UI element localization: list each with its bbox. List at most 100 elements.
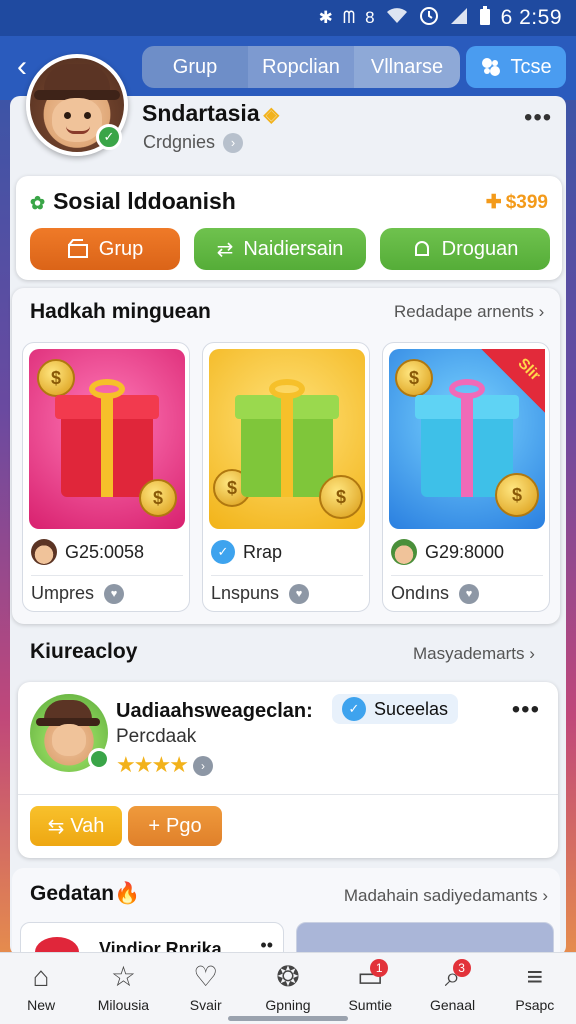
friend-avatar[interactable] (30, 694, 110, 772)
gift-image: $ $ (209, 349, 365, 529)
gift-card[interactable]: $ $ ✓ Rrap Lnspuns ♥ (202, 342, 370, 612)
nav-label: Genaal (429, 997, 476, 1013)
profile-avatar[interactable]: ✓ (26, 54, 128, 156)
gift-card[interactable]: $ $ G25:0058 Umpres ♥ (22, 342, 190, 612)
heart-icon[interactable]: ♥ (459, 583, 480, 604)
puzzle-icon: ✚ (485, 192, 502, 213)
gift-footer-label: Ondıns (391, 583, 450, 603)
chevron-right-icon: › (542, 886, 548, 905)
menu-icon: ≡ (526, 961, 543, 992)
gift-price: G29:8000 (425, 541, 505, 562)
social-title-row: ✿ Sosial lddoanish (30, 188, 236, 215)
shuffle-icon: ⇄ (216, 238, 234, 261)
rating-stars: ★★★★ › (116, 752, 213, 778)
battery-icon (479, 5, 491, 31)
profile-subtitle-row: Crdgnies › (143, 132, 244, 154)
nav-gpning[interactable]: ❂ Gpning (248, 953, 328, 1024)
star-icon: ☆ (110, 961, 136, 992)
nav-genaal[interactable]: ⌕ 3 Genaal (413, 953, 493, 1024)
gifts-section-title: Hadkah minguean (30, 300, 211, 323)
info-icon[interactable]: › (192, 756, 213, 777)
home-icon: ⌂ (32, 961, 50, 992)
online-badge-icon (88, 748, 110, 770)
star-icon: ★ (116, 752, 136, 777)
nav-new[interactable]: ⌂ New (1, 953, 81, 1024)
wifi-icon (385, 7, 409, 30)
friend-card: Uadiaahsweageclan: Percdaak ★★★★ › ✓ Suce… (18, 682, 558, 858)
status-badge-label: Suceelas (374, 698, 449, 719)
star-icon: ★ (133, 752, 154, 777)
nav-label: Gpning (265, 997, 311, 1013)
wheel-icon: ❂ (276, 961, 300, 992)
gedatan-section-link[interactable]: Madahain sadiyedamants › (344, 886, 548, 906)
link-icon (482, 58, 501, 76)
coin-icon: $ (37, 359, 75, 397)
swap-icon: ⇆ (47, 815, 65, 838)
grup-button[interactable]: Grup (30, 228, 180, 270)
chevron-right-icon: › (538, 302, 545, 321)
social-card: ✿ Sosial lddoanish ✚ $399 Grup ⇄ Naidiersa… (16, 176, 562, 280)
diamond-icon: ◈ (263, 104, 279, 126)
notification-badge: 3 (452, 959, 471, 977)
coin-icon: $ (139, 479, 177, 517)
droguan-button-label: Droguan (441, 237, 519, 260)
gifts-section-link[interactable]: Redadape arnents › (394, 302, 544, 322)
star-icon: ★ (151, 752, 171, 777)
avatar (391, 539, 417, 565)
gedatan-section-title: Gedatan🔥 (30, 882, 140, 906)
sale-ribbon-label: Slir (514, 354, 544, 385)
header-action-button[interactable]: Tcse (466, 46, 566, 88)
heart-icon[interactable]: ♥ (104, 583, 125, 604)
profile-name-row: Sndartasia ◈ (142, 100, 279, 127)
more-options-icon[interactable]: ••• (512, 696, 540, 724)
gift-footer-label: Lnspuns (211, 583, 280, 603)
status-number: 8 (365, 8, 375, 27)
box-icon (67, 239, 88, 258)
gift-price: Rrap (243, 541, 283, 562)
nav-psapc[interactable]: ≡ Psapc (495, 953, 575, 1024)
heart-icon[interactable]: ♥ (289, 583, 310, 604)
nav-label: New (27, 997, 56, 1013)
bottom-nav: ⌂ New ☆ Milousia ♡ Svair ❂ Gpning ▭ 1 Su… (0, 952, 576, 1024)
gift-price-row: G25:0058 (31, 537, 183, 567)
coin-icon: $ (395, 359, 433, 397)
gift-box-icon (235, 379, 339, 497)
tab-vllnarse[interactable]: Vllnarse (354, 46, 460, 88)
bell-icon (414, 241, 429, 256)
naidiersain-button-label: Naidiersain (243, 237, 344, 260)
grup-button-label: Grup (98, 237, 144, 260)
gift-footer-label: Umpres (31, 583, 95, 603)
verified-icon: ✓ (342, 697, 366, 721)
clock: 6 2:59 (500, 6, 562, 29)
bluetooth-icon: ✱ (318, 8, 333, 27)
friends-section-link-label: Masyademarts (413, 644, 525, 663)
verified-icon: ✓ (211, 540, 235, 564)
gift-card[interactable]: $ $ Slir G29:8000 Ondıns ♥ (382, 342, 550, 612)
info-icon[interactable]: › (223, 133, 244, 154)
heart-icon: ♡ (193, 961, 219, 992)
gedatan-section-link-label: Madahain sadiyedamants (343, 886, 538, 905)
tab-grup[interactable]: Grup (142, 46, 248, 88)
chevron-right-icon: › (529, 644, 535, 663)
coin-icon: $ (495, 473, 539, 517)
fire-icon: 🔥 (114, 882, 141, 905)
signal-icon (449, 7, 469, 30)
plus-icon: + (148, 814, 161, 837)
nav-svair[interactable]: ♡ Svair (166, 953, 246, 1024)
sale-ribbon: Slir (481, 349, 545, 413)
gifts-section: Hadkah minguean Redadape arnents › $ $ G… (12, 288, 560, 624)
friends-section-link[interactable]: Masyademarts › (413, 644, 535, 664)
pgo-button[interactable]: + Pgo (128, 806, 222, 846)
avatar (31, 539, 57, 565)
naidiersain-button[interactable]: ⇄ Naidiersain (194, 228, 366, 270)
nav-sumtie[interactable]: ▭ 1 Sumtie (330, 953, 410, 1024)
online-badge-icon: ✓ (96, 124, 122, 150)
nav-milousia[interactable]: ☆ Milousia (83, 953, 163, 1024)
more-options-icon[interactable]: ••• (524, 104, 552, 132)
droguan-button[interactable]: Droguan (380, 228, 550, 270)
home-indicator[interactable] (228, 1016, 348, 1021)
profile-name: Sndartasia (142, 100, 260, 126)
tab-ropclian[interactable]: Ropclian (248, 46, 354, 88)
vah-button[interactable]: ⇆ Vah (30, 806, 122, 846)
social-price: ✚ $399 (486, 191, 548, 214)
